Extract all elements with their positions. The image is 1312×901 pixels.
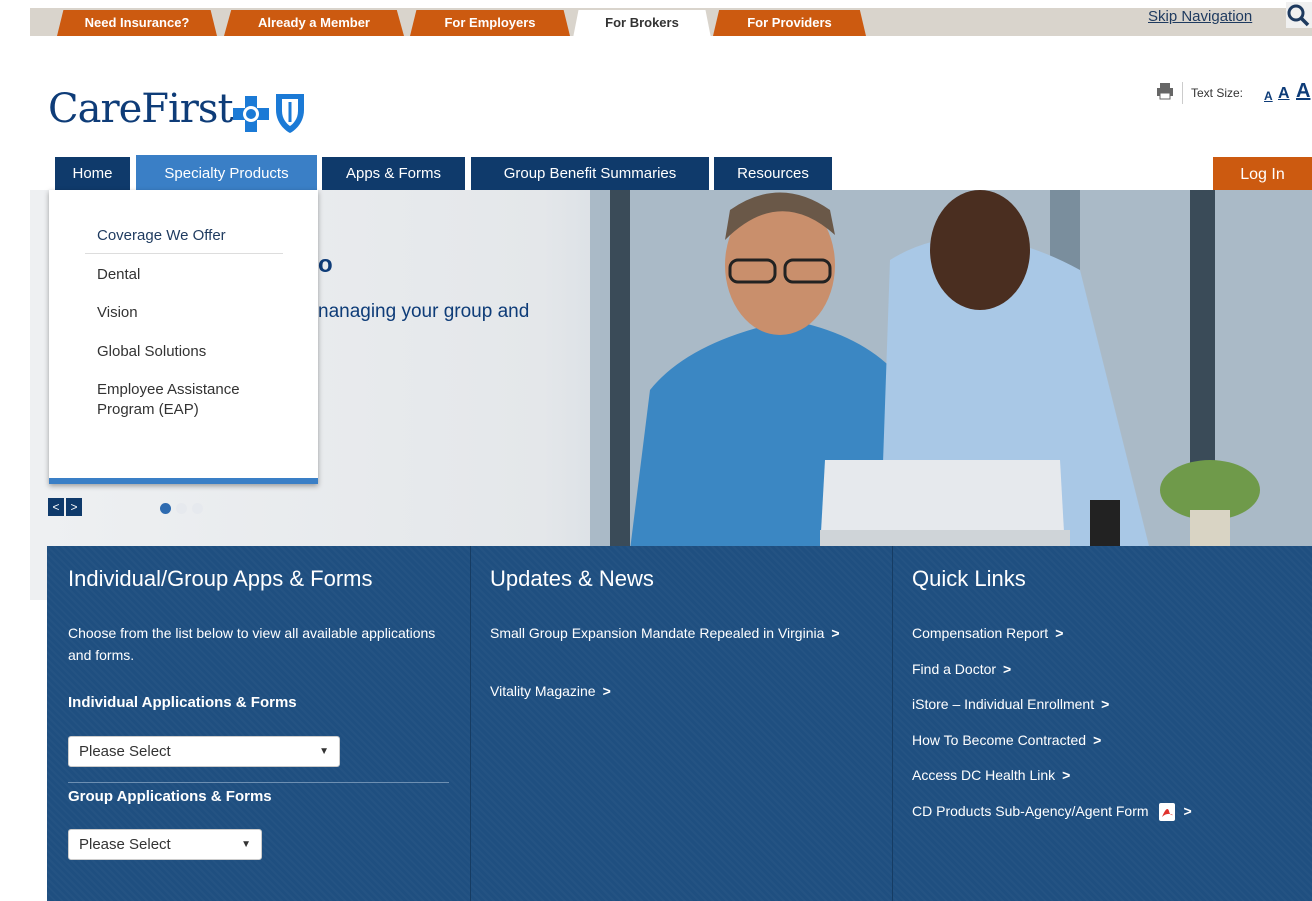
individual-forms-select-value: Please Select (79, 743, 171, 760)
hero-photo (590, 190, 1312, 550)
group-forms-select[interactable]: Please Select ▼ (68, 829, 262, 860)
chevron-right-icon: > (602, 683, 611, 699)
chevron-right-icon: > (1093, 732, 1102, 748)
quick-link-label: Find a Doctor (912, 661, 997, 677)
nav-resources[interactable]: Resources (714, 157, 832, 190)
dropdown-item-global-solutions[interactable]: Global Solutions (97, 342, 206, 362)
panel-separator (68, 782, 449, 783)
tab-need-insurance[interactable]: Need Insurance? (57, 10, 217, 36)
chevron-right-icon: > (1183, 803, 1192, 819)
news-link-label: Small Group Expansion Mandate Repealed i… (490, 625, 825, 641)
quick-link-become-contracted[interactable]: How To Become Contracted > (912, 729, 1101, 751)
tab-for-providers[interactable]: For Providers (713, 10, 866, 36)
dropdown-accent-bar (49, 478, 318, 484)
text-size-small-button[interactable]: A (1264, 89, 1273, 103)
quick-link-label: Access DC Health Link (912, 767, 1056, 783)
nav-apps-forms[interactable]: Apps & Forms (322, 157, 465, 190)
individual-forms-label: Individual Applications & Forms (68, 694, 297, 711)
news-link-label: Vitality Magazine (490, 683, 596, 699)
quick-link-compensation-report[interactable]: Compensation Report > (912, 622, 1063, 644)
chevron-right-icon: > (831, 625, 840, 641)
chevron-right-icon: > (1055, 625, 1064, 641)
quick-link-find-a-doctor[interactable]: Find a Doctor > (912, 658, 1011, 680)
news-link-small-group[interactable]: Small Group Expansion Mandate Repealed i… (490, 622, 870, 644)
dropdown-item-eap[interactable]: Employee Assistance Program (EAP) (97, 380, 287, 420)
dropdown-item-dental[interactable]: Dental (97, 265, 140, 285)
quick-link-cd-products-form[interactable]: CD Products Sub-Agency/Agent Form > (912, 800, 1192, 822)
login-button[interactable]: Log In (1213, 157, 1312, 190)
carousel-next-button[interactable]: > (66, 498, 82, 516)
chevron-right-icon: > (1062, 767, 1071, 783)
dropdown-divider (85, 253, 283, 254)
quick-link-label: How To Become Contracted (912, 732, 1087, 748)
quick-links-title: Quick Links (912, 566, 1026, 591)
hero-text: nanaging your group and (318, 301, 530, 322)
skip-navigation-link[interactable]: Skip Navigation (1148, 8, 1252, 25)
hero-heading: o (318, 251, 333, 278)
carousel-dot-2[interactable] (176, 503, 187, 514)
text-size-medium-button[interactable]: A (1278, 85, 1290, 103)
print-icon[interactable] (1156, 82, 1174, 100)
chevron-right-icon: > (1003, 661, 1012, 677)
panel-divider (892, 546, 893, 901)
chevron-down-icon: ▼ (241, 839, 251, 850)
group-forms-select-value: Please Select (79, 836, 171, 853)
text-size-large-button[interactable]: A (1296, 80, 1310, 103)
quick-link-istore[interactable]: iStore – Individual Enrollment > (912, 693, 1109, 715)
chevron-down-icon: ▼ (319, 746, 329, 757)
divider (1182, 82, 1183, 104)
news-title: Updates & News (490, 566, 654, 591)
nav-home[interactable]: Home (55, 157, 130, 190)
group-forms-label: Group Applications & Forms (68, 788, 272, 805)
tab-already-a-member[interactable]: Already a Member (224, 10, 404, 36)
nav-group-benefit-summaries[interactable]: Group Benefit Summaries (471, 157, 709, 190)
search-icon[interactable] (1286, 2, 1312, 28)
tab-for-brokers[interactable]: For Brokers (573, 10, 711, 38)
apps-forms-title: Individual/Group Apps & Forms (68, 566, 373, 591)
specialty-products-dropdown: Coverage We Offer Dental Vision Global S… (49, 190, 318, 484)
quick-link-dc-health-link[interactable]: Access DC Health Link > (912, 764, 1070, 786)
blue-shield-icon (276, 94, 304, 133)
individual-forms-select[interactable]: Please Select ▼ (68, 736, 340, 767)
carousel-prev-button[interactable]: < (48, 498, 64, 516)
chevron-right-icon: > (1101, 696, 1110, 712)
logo-wordmark: CareFirst (48, 86, 234, 132)
carousel-dot-3[interactable] (192, 503, 203, 514)
text-size-label: Text Size: (1191, 86, 1244, 100)
news-link-vitality[interactable]: Vitality Magazine > (490, 680, 611, 702)
apps-forms-intro: Choose from the list below to view all a… (68, 625, 436, 663)
carousel-dot-1[interactable] (160, 503, 171, 514)
quick-link-label: iStore – Individual Enrollment (912, 696, 1095, 712)
quick-link-label: Compensation Report (912, 625, 1049, 641)
panel-divider (470, 546, 471, 901)
nav-specialty-products[interactable]: Specialty Products (136, 155, 317, 190)
dropdown-item-vision[interactable]: Vision (97, 303, 138, 323)
dropdown-item-coverage-we-offer[interactable]: Coverage We Offer (97, 226, 226, 246)
tab-for-employers[interactable]: For Employers (410, 10, 570, 36)
quick-link-label: CD Products Sub-Agency/Agent Form (912, 803, 1149, 819)
blue-cross-icon (233, 96, 269, 132)
pdf-icon (1158, 803, 1175, 822)
